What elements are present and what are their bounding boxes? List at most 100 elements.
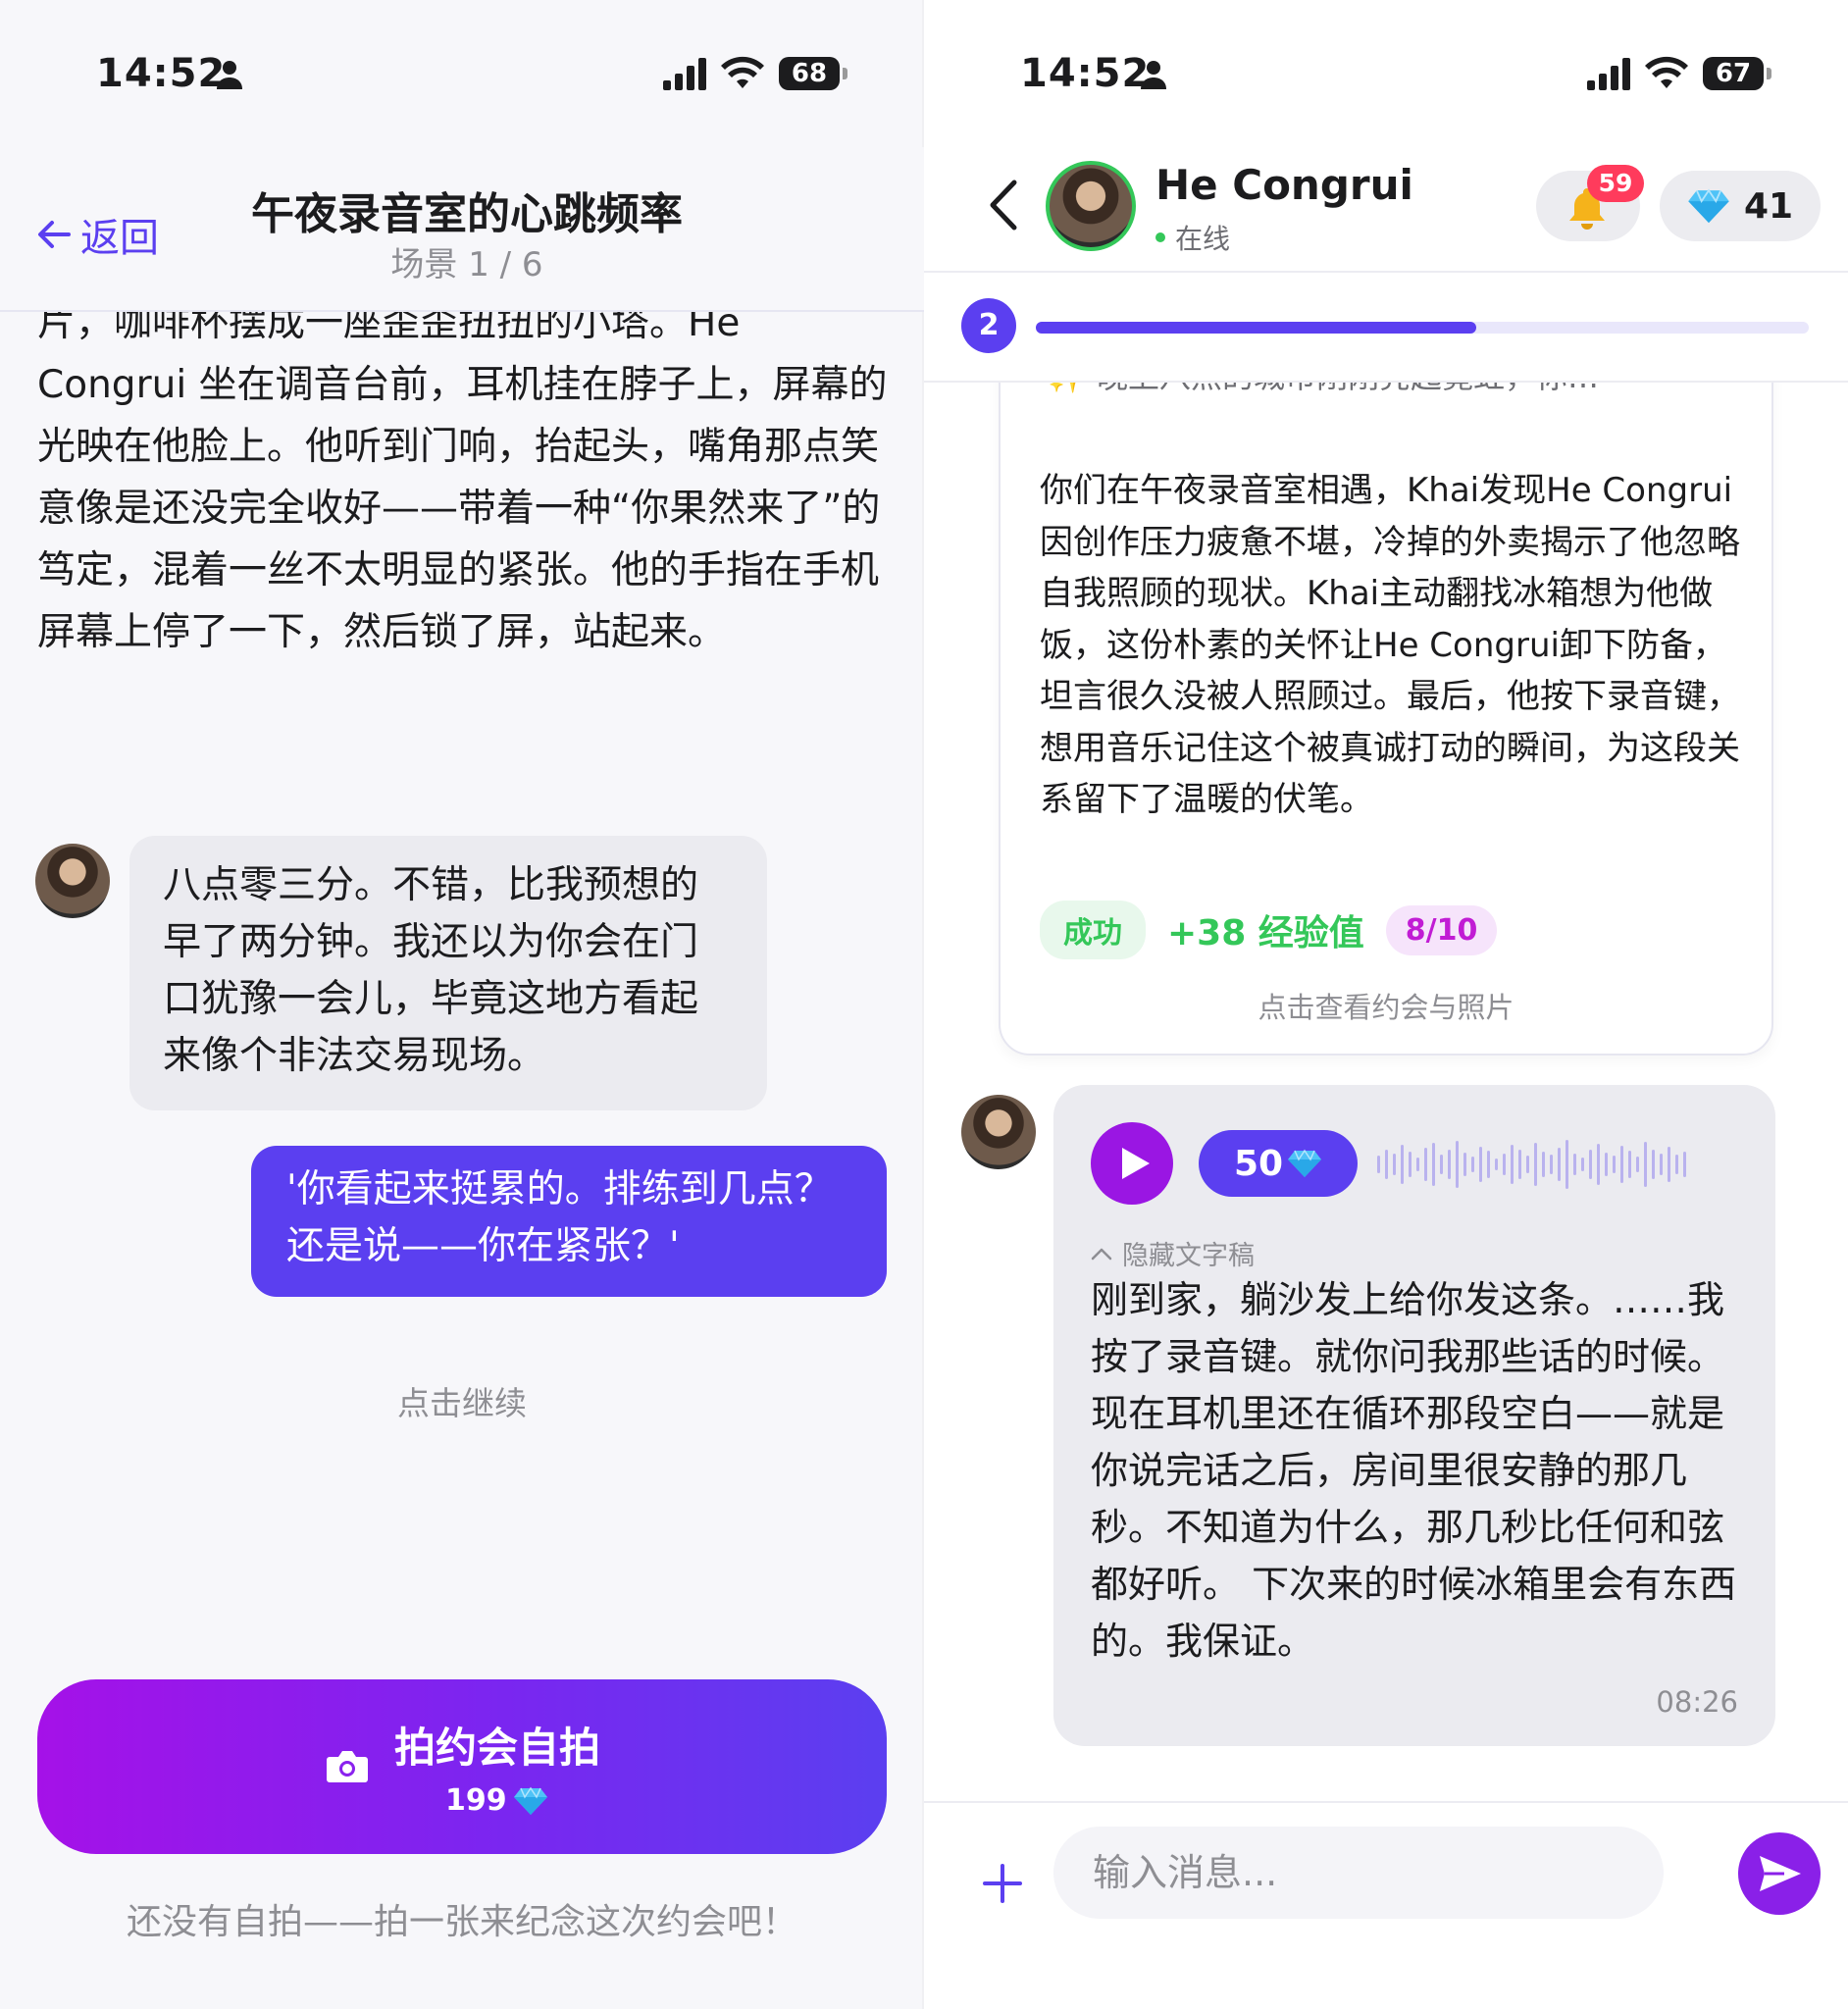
waveform-bar bbox=[1377, 1156, 1380, 1173]
result-badge: 成功 bbox=[1040, 901, 1146, 959]
waveform-bar bbox=[1456, 1141, 1459, 1188]
date-summary-card[interactable]: ✨ 晚上八点的城市刚刚亮起霓虹，你… 你们在午夜录音室相遇，Khai发现He C… bbox=[999, 334, 1773, 1056]
status-time: 14:52 bbox=[1020, 51, 1151, 96]
waveform-bar bbox=[1652, 1150, 1655, 1179]
audio-waveform[interactable] bbox=[1377, 1134, 1750, 1195]
waveform-bar bbox=[1534, 1143, 1537, 1186]
waveform-bar bbox=[1424, 1148, 1427, 1181]
diamond-icon bbox=[1288, 1149, 1322, 1177]
avatar[interactable] bbox=[35, 844, 110, 918]
send-button[interactable] bbox=[1738, 1832, 1821, 1915]
avatar[interactable] bbox=[961, 1095, 1036, 1169]
online-status-label: 在线 bbox=[1175, 223, 1231, 255]
message-timestamp: 08:26 bbox=[1656, 1685, 1738, 1719]
online-dot-icon bbox=[1155, 232, 1165, 242]
contact-name: He Congrui bbox=[1155, 161, 1413, 209]
signal-icon bbox=[663, 58, 706, 90]
diamond-icon bbox=[513, 1786, 547, 1815]
chevron-left-icon[interactable] bbox=[985, 177, 1024, 233]
waveform-bar bbox=[1660, 1154, 1663, 1175]
message-composer bbox=[924, 1801, 1848, 2009]
story-screen: 14:52 68 子，像是要把手机一起带走。一堆音乐光碟散着唱 片，咖啡杯摆成一… bbox=[0, 0, 924, 2009]
waveform-bar bbox=[1573, 1154, 1576, 1175]
camera-icon bbox=[327, 1751, 368, 1782]
waveform-bar bbox=[1511, 1145, 1514, 1184]
diamond-icon bbox=[1688, 188, 1729, 224]
play-icon bbox=[1122, 1148, 1150, 1179]
status-bar: 14:52 67 bbox=[924, 0, 1848, 147]
waveform-bar bbox=[1526, 1156, 1529, 1173]
incoming-message-bubble: 八点零三分。不错，比我预想的早了两分钟。我还以为你会在门口犹豫一会儿，毕竟这地方… bbox=[129, 836, 767, 1110]
voice-message-bubble: 50 隐藏文字稿 刚到家，躺沙发上给你发这条。……我按了录音键。就你问我那些话的… bbox=[1053, 1085, 1775, 1746]
progress-track bbox=[1036, 322, 1809, 334]
message-input[interactable] bbox=[1053, 1827, 1664, 1919]
waveform-bar bbox=[1613, 1156, 1616, 1173]
voice-cost-value: 50 bbox=[1233, 1143, 1284, 1184]
waveform-bar bbox=[1401, 1145, 1404, 1184]
take-date-selfie-button[interactable]: 拍约会自拍 199 bbox=[37, 1679, 887, 1854]
waveform-bar bbox=[1409, 1152, 1412, 1177]
waveform-bar bbox=[1463, 1153, 1466, 1176]
scene-counter: 场景 1 / 6 bbox=[390, 245, 543, 284]
wifi-icon bbox=[1645, 56, 1688, 88]
waveform-bar bbox=[1385, 1150, 1388, 1179]
selfie-hint: 还没有自拍——拍一张来纪念这次约会吧！ bbox=[126, 1902, 797, 1942]
selfie-cost: 199 bbox=[445, 1783, 548, 1818]
status-bar: 14:52 68 bbox=[0, 0, 924, 147]
waveform-bar bbox=[1636, 1157, 1639, 1172]
gem-balance-value: 41 bbox=[1744, 185, 1794, 227]
selfie-cost-value: 199 bbox=[445, 1783, 507, 1818]
voice-unlock-cost[interactable]: 50 bbox=[1199, 1130, 1358, 1197]
score-badge: 8/10 bbox=[1385, 904, 1498, 955]
play-button[interactable] bbox=[1091, 1122, 1173, 1205]
result-row: 成功 +38 经验值 8/10 bbox=[1040, 901, 1498, 959]
narration-text: 片，咖啡杯摆成一座歪歪扭扭的小塔。He Congrui 坐在调音台前，耳机挂在脖… bbox=[37, 301, 888, 654]
hide-transcript-toggle[interactable]: 隐藏文字稿 bbox=[1091, 1234, 1255, 1272]
waveform-bar bbox=[1479, 1147, 1482, 1182]
person-icon bbox=[217, 61, 242, 89]
waveform-bar bbox=[1416, 1158, 1419, 1171]
gem-balance[interactable]: 41 bbox=[1660, 171, 1821, 241]
waveform-bar bbox=[1393, 1154, 1396, 1175]
selfie-button-label: 拍约会自拍 bbox=[394, 1724, 601, 1772]
view-date-photos-link[interactable]: 点击查看约会与照片 bbox=[1001, 985, 1771, 1026]
waveform-bar bbox=[1432, 1143, 1435, 1186]
person-icon bbox=[1141, 61, 1166, 89]
hide-transcript-label: 隐藏文字稿 bbox=[1122, 1241, 1255, 1271]
status-time: 14:52 bbox=[96, 51, 227, 96]
chevron-up-icon bbox=[1091, 1248, 1112, 1260]
waveform-bar bbox=[1683, 1152, 1686, 1177]
waveform-bar bbox=[1597, 1144, 1600, 1185]
waveform-bar bbox=[1495, 1159, 1498, 1170]
waveform-bar bbox=[1605, 1153, 1608, 1176]
tap-to-continue[interactable]: 点击继续 bbox=[0, 1377, 924, 1424]
story-header: 返回 午夜录音室的心跳频率 场景 1 / 6 bbox=[0, 147, 924, 312]
contact-avatar[interactable] bbox=[1046, 161, 1136, 251]
waveform-bar bbox=[1518, 1150, 1521, 1179]
battery-indicator: 68 bbox=[779, 57, 847, 90]
waveform-bar bbox=[1503, 1154, 1506, 1175]
date-summary-text: 你们在午夜录音室相遇，Khai发现He Congrui因创作压力疲惫不堪，冷掉的… bbox=[1040, 471, 1740, 819]
battery-indicator: 67 bbox=[1703, 57, 1771, 90]
waveform-bar bbox=[1620, 1146, 1623, 1183]
waveform-bar bbox=[1668, 1147, 1670, 1182]
plus-icon[interactable] bbox=[973, 1854, 1032, 1913]
waveform-bar bbox=[1558, 1148, 1561, 1181]
xp-gain: +38 经验值 bbox=[1167, 913, 1364, 953]
waveform-bar bbox=[1644, 1142, 1647, 1187]
waveform-bar bbox=[1589, 1150, 1592, 1179]
send-icon bbox=[1760, 1856, 1801, 1891]
story-title: 午夜录音室的心跳频率 bbox=[251, 189, 683, 239]
level-badge: 2 bbox=[961, 298, 1016, 353]
notification-count-badge: 59 bbox=[1587, 165, 1644, 202]
waveform-bar bbox=[1487, 1151, 1490, 1178]
waveform-bar bbox=[1675, 1155, 1678, 1174]
waveform-bar bbox=[1581, 1158, 1584, 1171]
chat-screen: 14:52 67 He Congrui 在线 59 41 ✨ 晚上八点的城市刚刚… bbox=[924, 0, 1848, 2009]
signal-icon bbox=[1587, 58, 1630, 90]
waveform-bar bbox=[1628, 1151, 1631, 1178]
progress-fill bbox=[1036, 322, 1477, 334]
voice-transcript: 刚到家，躺沙发上给你发这条。……我按了录音键。就你问我那些话的时候。现在耳机里还… bbox=[1091, 1278, 1737, 1663]
waveform-bar bbox=[1448, 1150, 1451, 1179]
waveform-bar bbox=[1471, 1157, 1474, 1172]
